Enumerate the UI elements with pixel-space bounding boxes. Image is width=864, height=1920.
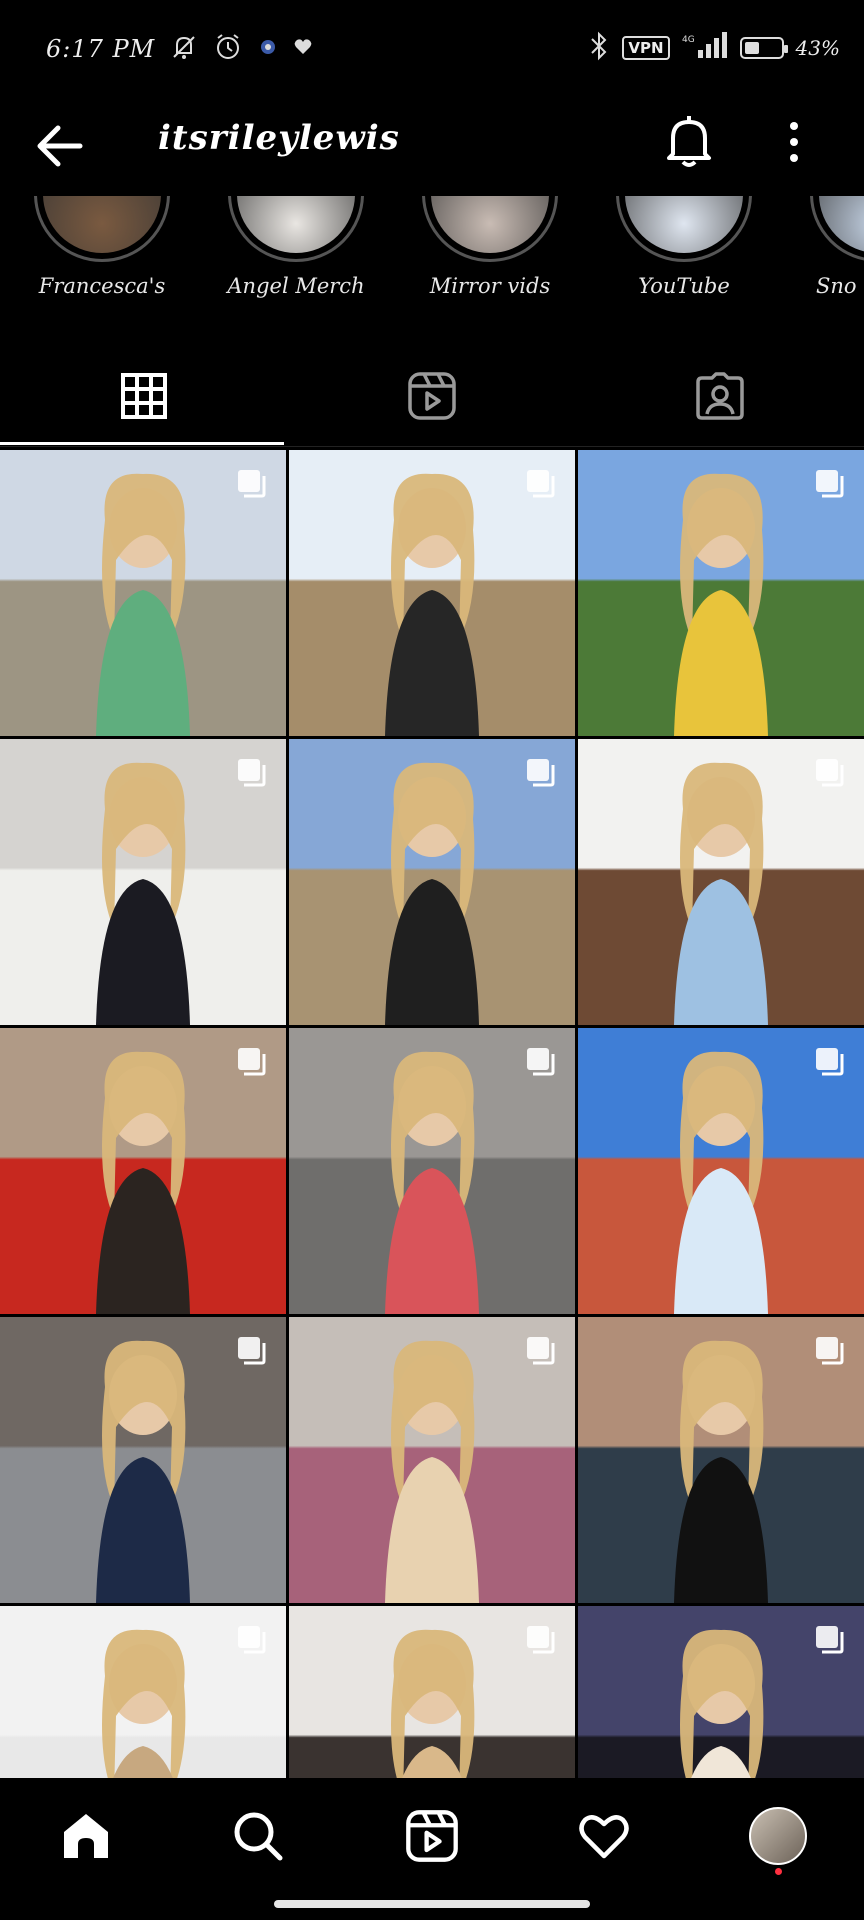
heart-icon: [293, 37, 313, 61]
profile-avatar-icon: [749, 1807, 807, 1865]
multi-photo-icon: [236, 1624, 268, 1656]
grid-post[interactable]: [289, 1606, 575, 1778]
grid-post[interactable]: [578, 450, 864, 736]
highlight-cover: [228, 196, 364, 262]
profile-username: itsrileylewis: [158, 118, 400, 158]
home-icon: [64, 1814, 108, 1858]
grid-post[interactable]: [289, 450, 575, 736]
active-tab-indicator: [0, 442, 284, 445]
grid-icon: [121, 373, 167, 419]
status-right: VPN 4G 43%: [588, 30, 840, 66]
highlight-cover: [810, 196, 864, 262]
nav-search[interactable]: [222, 1800, 294, 1872]
home-indicator[interactable]: [274, 1900, 590, 1908]
reels-icon: [406, 1810, 458, 1862]
highlight-cover: [616, 196, 752, 262]
nav-activity[interactable]: [568, 1800, 640, 1872]
back-arrow-icon: [37, 125, 83, 167]
multi-photo-icon: [525, 757, 557, 789]
grid-post[interactable]: [0, 1028, 286, 1314]
story-highlights: Francesca's Angel Merch Mirror vids YouT…: [0, 196, 864, 306]
grid-post[interactable]: [578, 739, 864, 1025]
multi-photo-icon: [525, 1335, 557, 1367]
multi-photo-icon: [525, 1046, 557, 1078]
alarm-icon: [213, 32, 243, 66]
back-button[interactable]: [30, 116, 90, 176]
nav-profile[interactable]: [742, 1800, 814, 1872]
multi-photo-icon: [236, 1335, 268, 1367]
multi-photo-icon: [814, 468, 846, 500]
multi-photo-icon: [814, 1335, 846, 1367]
multi-photo-icon: [525, 1624, 557, 1656]
multi-photo-icon: [525, 468, 557, 500]
vpn-key-icon: [257, 36, 279, 62]
bell-icon: [667, 116, 711, 167]
reels-icon: [408, 372, 456, 420]
nav-home[interactable]: [50, 1800, 122, 1872]
vpn-badge: VPN: [622, 36, 670, 60]
bottom-navigation: [0, 1778, 864, 1920]
tagged-icon: [696, 372, 744, 420]
tab-tagged[interactable]: [576, 346, 864, 446]
multi-photo-icon: [236, 757, 268, 789]
highlight-label: YouTube: [638, 274, 730, 298]
posts-grid: [0, 450, 864, 1778]
highlight-francescas[interactable]: Francesca's: [12, 196, 192, 306]
notifications-button[interactable]: [662, 112, 716, 172]
highlight-label: Mirror vids: [429, 274, 551, 298]
highlight-cover: [34, 196, 170, 262]
highlight-label: Angel Merch: [227, 274, 365, 298]
bluetooth-icon: [588, 30, 610, 66]
grid-post[interactable]: [578, 1606, 864, 1778]
profile-notification-dot: [775, 1868, 782, 1875]
multi-photo-icon: [814, 1046, 846, 1078]
tab-posts-grid[interactable]: [0, 346, 288, 446]
highlight-label: Francesca's: [38, 274, 166, 298]
tab-reels[interactable]: [288, 346, 576, 446]
grid-post[interactable]: [578, 1317, 864, 1603]
highlight-mirror-vids[interactable]: Mirror vids: [400, 196, 580, 306]
heart-icon: [579, 1815, 629, 1859]
more-vertical-icon: [790, 122, 798, 162]
svg-text:4G: 4G: [682, 35, 695, 45]
nav-reels[interactable]: [396, 1800, 468, 1872]
grid-post[interactable]: [289, 1317, 575, 1603]
profile-header: itsrileylewis: [0, 96, 864, 196]
screen: 6:17 PM VPN 4G 43% itsrileylewis Frances…: [0, 0, 864, 1920]
status-bar: 6:17 PM VPN 4G 43%: [0, 0, 864, 96]
multi-photo-icon: [814, 1624, 846, 1656]
highlight-label: Sno: [816, 274, 857, 298]
status-time: 6:17 PM: [46, 35, 156, 63]
battery-icon: [739, 37, 788, 59]
signal-icon: 4G: [682, 32, 728, 64]
multi-photo-icon: [814, 757, 846, 789]
profile-tabs: [0, 346, 864, 446]
status-left: 6:17 PM: [46, 32, 313, 66]
highlight-youtube[interactable]: YouTube: [594, 196, 774, 306]
highlight-angel-merch[interactable]: Angel Merch: [206, 196, 386, 306]
grid-post[interactable]: [289, 1028, 575, 1314]
highlight-cover: [422, 196, 558, 262]
more-options-button[interactable]: [774, 112, 814, 172]
grid-post[interactable]: [0, 1606, 286, 1778]
multi-photo-icon: [236, 468, 268, 500]
mute-notifications-icon: [169, 32, 199, 66]
grid-post[interactable]: [0, 1317, 286, 1603]
grid-post[interactable]: [0, 739, 286, 1025]
grid-post[interactable]: [289, 739, 575, 1025]
highlight-sno[interactable]: Sno: [788, 196, 864, 306]
tabs-divider: [0, 446, 864, 447]
grid-post[interactable]: [0, 450, 286, 736]
battery-percent: 43%: [795, 36, 840, 60]
grid-post[interactable]: [578, 1028, 864, 1314]
multi-photo-icon: [236, 1046, 268, 1078]
battery-fill: [744, 42, 760, 54]
search-icon: [234, 1812, 283, 1861]
